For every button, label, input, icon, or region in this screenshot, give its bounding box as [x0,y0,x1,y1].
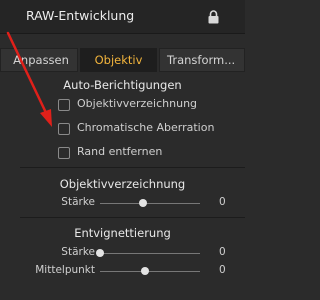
lens-distortion-checkbox[interactable]: Objektivverzeichnung [58,97,238,113]
slider-track[interactable] [100,203,200,204]
slider-value: 0 [219,264,226,276]
slider-knob[interactable] [96,249,104,257]
lock-icon[interactable] [208,10,219,24]
slider-label: Stärke [61,246,95,258]
checkbox-label: Rand entfernen [77,145,163,158]
checkbox-box[interactable] [58,147,70,159]
slider-value: 0 [219,196,226,208]
panel-header[interactable]: RAW-Entwicklung [0,0,245,34]
tab-bar: Anpassen Objektiv Transform... [0,48,245,72]
slider-value: 0 [219,246,226,258]
panel-title: RAW-Entwicklung [26,8,135,23]
chromatic-aberration-checkbox[interactable]: Chromatische Aberration [58,121,238,137]
section-divider [20,217,245,218]
raw-development-panel: RAW-Entwicklung Anpassen Objektiv Transf… [0,0,245,300]
section-divider [20,167,245,168]
remove-fringe-checkbox[interactable]: Rand entfernen [58,145,238,161]
slider-track[interactable] [100,271,200,272]
checkbox-box[interactable] [58,99,70,111]
vignetting-midpoint-slider[interactable]: Mittelpunkt 0 [0,263,245,279]
slider-label: Mittelpunkt [35,264,95,276]
checkbox-box[interactable] [58,123,70,135]
tab-transform[interactable]: Transform... [159,48,245,72]
slider-label: Stärke [61,196,95,208]
checkbox-label: Objektivverzeichnung [77,97,198,110]
slider-track[interactable] [100,253,200,254]
vignetting-strength-slider[interactable]: Stärke 0 [0,245,245,261]
tab-anpassen[interactable]: Anpassen [0,48,78,72]
slider-knob[interactable] [139,199,147,207]
distortion-strength-slider[interactable]: Stärke 0 [0,195,245,211]
auto-corrections-title: Auto-Berichtigungen [63,78,182,92]
slider-knob[interactable] [141,267,149,275]
vignetting-title: Entvignettierung [74,226,171,240]
checkbox-label: Chromatische Aberration [77,121,215,134]
tab-objektiv[interactable]: Objektiv [80,48,157,72]
distortion-title: Objektivverzeichnung [59,177,186,191]
